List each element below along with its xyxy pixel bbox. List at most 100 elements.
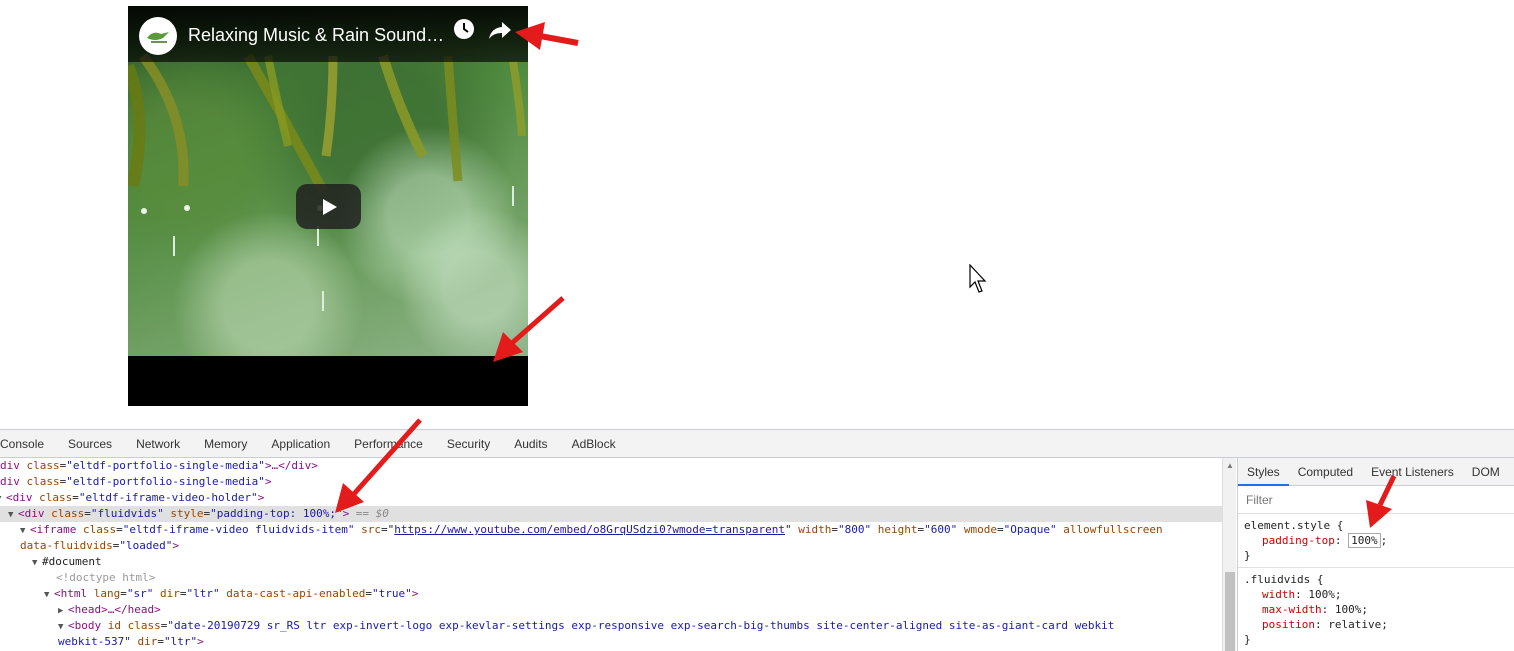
node-attr-name: id class [107, 619, 161, 632]
iframe-src-link[interactable]: https://www.youtube.com/embed/o8GrqUSdzi… [394, 523, 785, 536]
css-prop-name: position [1262, 618, 1315, 631]
node-tag-close: > [257, 491, 265, 504]
tab-audits[interactable]: Audits [502, 430, 559, 458]
css-selector: .fluidvids { [1244, 573, 1324, 586]
tab-performance[interactable]: Performance [342, 430, 435, 458]
css-rule-element-style[interactable]: element.style { padding-top: 100%; } [1238, 514, 1514, 568]
dom-node-line[interactable]: webkit-537" dir="ltr"> [0, 634, 204, 650]
document-node: #document [42, 555, 102, 568]
bird-logo-icon[interactable] [139, 17, 177, 55]
dom-node-line[interactable]: ▼ #document [0, 554, 102, 570]
tab-adblock[interactable]: AdBlock [560, 430, 628, 458]
node-attr-value: "true" [371, 587, 412, 600]
tab-network[interactable]: Network [124, 430, 192, 458]
dom-node-line[interactable]: ▼ <iframe class="eltdf-iframe-video fluid… [0, 522, 1163, 538]
node-tag: <body [68, 619, 108, 632]
play-button[interactable] [296, 184, 361, 229]
node-attr-value: webkit-537" [58, 635, 131, 648]
node-tag-close: > [264, 475, 272, 488]
styles-tab-bar: Styles Computed Event Listeners DOM [1238, 458, 1514, 486]
scrollbar-thumb[interactable] [1225, 572, 1235, 651]
expand-triangle-icon[interactable]: ▼ [44, 587, 54, 603]
node-attr-value: "date-20190729 sr_RS ltr exp-invert-logo… [167, 619, 1115, 632]
node-attr-name: class [26, 475, 60, 488]
node-attr-value: "loaded" [119, 539, 173, 552]
node-attr-value: "ltr" [186, 587, 220, 600]
node-attr-value: "eltdf-iframe-video-holder" [78, 491, 258, 504]
expand-triangle-icon[interactable]: ▼ [8, 507, 18, 523]
css-declaration[interactable]: max-width: 100%; [1244, 602, 1508, 617]
doctype-node: <!doctype html> [56, 571, 156, 584]
node-attr-name: wmode [963, 523, 998, 536]
dom-node-line[interactable]: div class="eltdf-portfolio-single-media"… [0, 458, 318, 474]
dom-node-line[interactable]: <!doctype html> [0, 570, 155, 586]
node-attr-name: height [877, 523, 918, 536]
node-attr-value: "padding-top: 100%;" [210, 507, 343, 520]
css-declaration[interactable]: position: relative; [1244, 617, 1508, 632]
node-attr-name: dir [160, 587, 180, 600]
tab-security[interactable]: Security [435, 430, 502, 458]
css-prop-name: padding-top [1262, 534, 1335, 547]
mouse-cursor-icon [969, 264, 987, 293]
node-attr-name: lang [93, 587, 121, 600]
styles-filter-input[interactable] [1238, 486, 1514, 514]
dom-node-line[interactable]: ▼ <body id class="date-20190729 sr_RS ltr… [0, 618, 1114, 634]
tab-event-listeners[interactable]: Event Listeners [1362, 458, 1463, 486]
expand-triangle-icon[interactable]: ▼ [58, 619, 68, 635]
node-attr-value: "600" [924, 523, 958, 536]
node-attr-value: "fluidvids" [90, 507, 164, 520]
collapse-triangle-icon[interactable]: ▶ [58, 603, 68, 619]
expand-triangle-icon[interactable]: ▼ [32, 555, 42, 571]
node-tag: div [0, 459, 27, 472]
node-attr-name: src [361, 523, 382, 536]
node-attr-name: class [51, 507, 85, 520]
node-attr-name: class [26, 459, 60, 472]
elements-tree[interactable]: div class="eltdf-portfolio-single-media"… [0, 458, 1222, 651]
dom-node-line[interactable]: div class="eltdf-portfolio-single-media"… [0, 474, 272, 490]
node-attr-value: "Opaque" [1003, 523, 1057, 536]
devtools-panel: Console Sources Network Memory Applicati… [0, 429, 1514, 651]
node-tag: <iframe [30, 523, 83, 536]
tab-computed[interactable]: Computed [1289, 458, 1362, 486]
css-prop-name: max-width [1262, 603, 1322, 616]
tab-styles[interactable]: Styles [1238, 458, 1289, 486]
video-embed[interactable]: Relaxing Music & Rain Sounds - Beautiful… [128, 6, 528, 406]
css-rule-close: } [1244, 633, 1251, 646]
dom-node-line[interactable]: data-fluidvids="loaded"> [0, 538, 179, 554]
node-attr-name: width [798, 523, 832, 536]
css-prop-value: 100% [1308, 588, 1335, 601]
node-tag: div [0, 475, 27, 488]
share-arrow-icon[interactable] [488, 19, 512, 41]
node-attr-value: "eltdf-iframe-video fluidvids-item" [122, 523, 355, 536]
css-prop-name: width [1262, 588, 1296, 601]
css-declaration[interactable]: padding-top: 100%; [1244, 533, 1508, 548]
dom-node-line[interactable]: ▼<div class="eltdf-iframe-video-holder"> [0, 490, 264, 506]
expand-triangle-icon[interactable]: ▼ [20, 523, 30, 539]
elements-scrollbar[interactable]: ▲ [1222, 458, 1236, 651]
node-tag-close: > [411, 587, 419, 600]
video-title[interactable]: Relaxing Music & Rain Sounds - Beautiful… [188, 25, 450, 46]
dom-node-line[interactable]: ▶ <head>…</head> [0, 602, 161, 618]
node-attr-name: class [82, 523, 117, 536]
css-rule-close: } [1244, 549, 1251, 562]
tab-memory[interactable]: Memory [192, 430, 259, 458]
tab-console[interactable]: Console [0, 430, 56, 458]
tab-sources[interactable]: Sources [56, 430, 124, 458]
clock-icon[interactable] [453, 18, 475, 40]
node-attr-name: data-cast-api-enabled [226, 587, 366, 600]
scroll-up-icon[interactable]: ▲ [1226, 461, 1234, 470]
play-icon [322, 198, 337, 215]
dom-node-line-selected[interactable]: ▼ <div class="fluidvids" style="padding-t… [0, 506, 1222, 522]
node-tag-close: >…</div> [264, 459, 318, 472]
css-rule-fluidvids[interactable]: .fluidvids { width: 100%; max-width: 100… [1238, 568, 1514, 651]
tab-dom[interactable]: DOM [1463, 458, 1509, 486]
node-attr-value: "ltr" [163, 635, 198, 648]
node-attr-value: "800" [838, 523, 872, 536]
node-tag: <div [18, 507, 52, 520]
dom-node-line[interactable]: ▼ <html lang="sr" dir="ltr" data-cast-api… [0, 586, 418, 602]
node-attr-name: allowfullscreen [1063, 523, 1163, 536]
css-declaration[interactable]: width: 100%; [1244, 587, 1508, 602]
css-prop-value-editor[interactable]: 100% [1348, 533, 1381, 548]
node-attr-name: data-fluidvids [20, 539, 113, 552]
tab-application[interactable]: Application [259, 430, 342, 458]
